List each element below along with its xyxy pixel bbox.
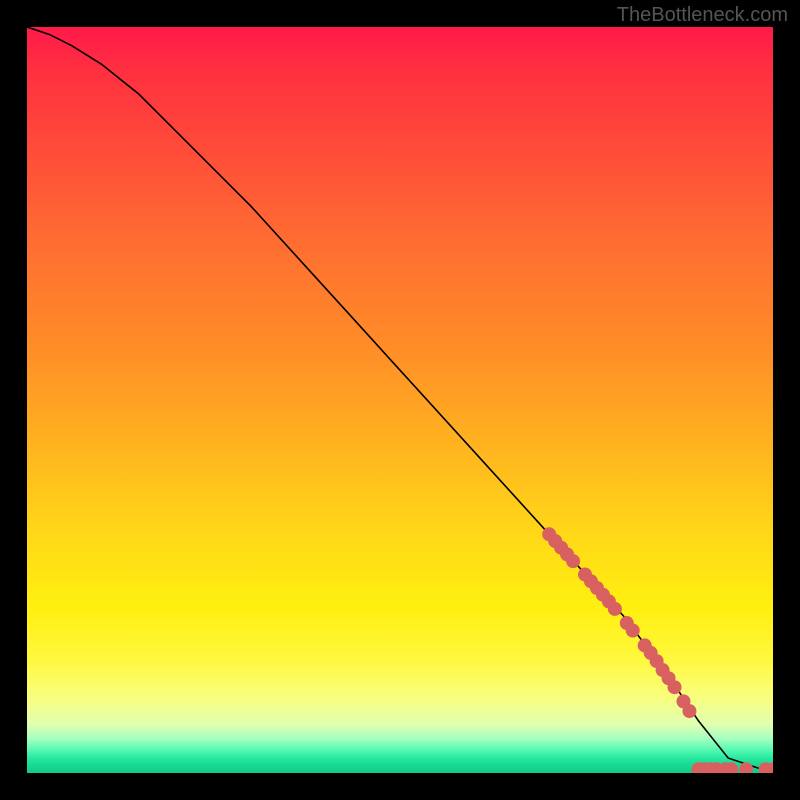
marker-point <box>739 762 753 773</box>
plot-area <box>27 27 773 773</box>
marker-point <box>626 624 640 638</box>
watermark-text: TheBottleneck.com <box>617 4 788 27</box>
marker-point <box>566 554 580 568</box>
marker-point <box>668 680 682 694</box>
marker-point <box>608 602 622 616</box>
chart-svg <box>27 27 773 773</box>
marker-point <box>682 704 696 718</box>
highlight-markers <box>542 527 773 773</box>
